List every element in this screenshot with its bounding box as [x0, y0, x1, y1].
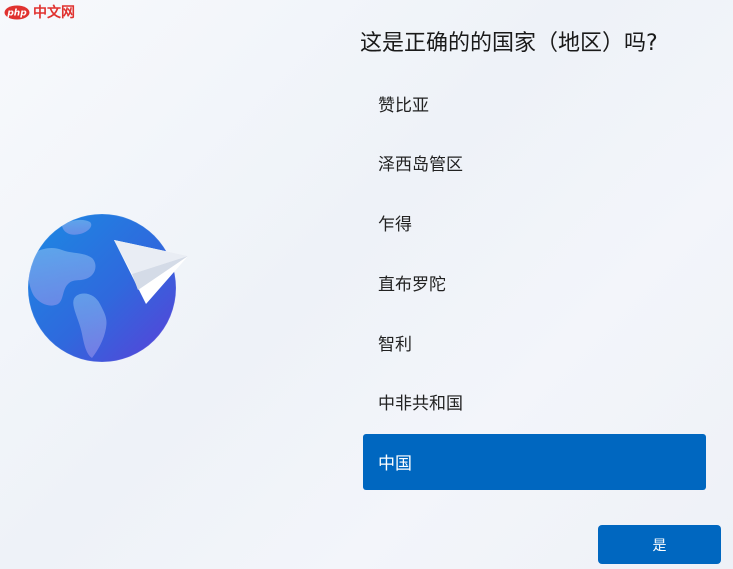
country-option-chile[interactable]: 智利 — [363, 314, 706, 370]
country-option-chad[interactable]: 乍得 — [363, 195, 706, 251]
country-option-gibraltar[interactable]: 直布罗陀 — [363, 254, 706, 310]
watermark-site-text: 中文网 — [33, 5, 75, 21]
globe-paper-plane-icon — [27, 213, 188, 363]
page-title: 这是正确的的国家（地区）吗? — [360, 31, 658, 56]
country-option-china[interactable]: 中国 — [363, 433, 706, 490]
yes-button[interactable]: 是 — [598, 525, 721, 564]
php-logo-icon: php — [4, 5, 30, 19]
svg-text:php: php — [6, 8, 27, 18]
country-option-jersey[interactable]: 泽西岛管区 — [363, 135, 706, 191]
country-option-zambia[interactable]: 赞比亚 — [363, 75, 706, 131]
country-option-central-african-republic[interactable]: 中非共和国 — [363, 374, 706, 430]
site-watermark: php 中文网 — [4, 2, 75, 22]
country-list[interactable]: 赞比亚 泽西岛管区 乍得 直布罗陀 智利 中非共和国 中国 — [363, 75, 706, 493]
